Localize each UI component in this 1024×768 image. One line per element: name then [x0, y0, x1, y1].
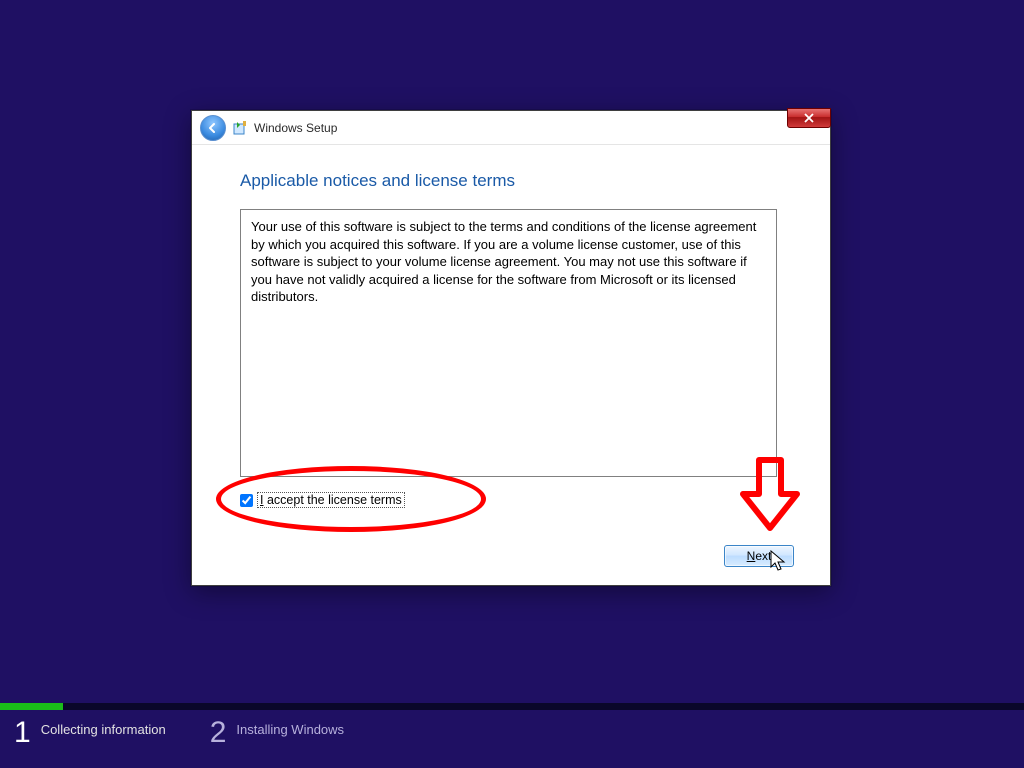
setup-icon — [232, 120, 248, 136]
accept-license-checkbox[interactable] — [240, 494, 253, 507]
step-2-label: Installing Windows — [236, 718, 344, 737]
close-button[interactable] — [787, 108, 831, 128]
back-button[interactable] — [200, 115, 226, 141]
setup-dialog: Windows Setup Applicable notices and lic… — [191, 110, 831, 586]
license-text: Your use of this software is subject to … — [251, 219, 756, 304]
accept-license-row[interactable]: I accept the license terms — [240, 492, 794, 508]
accept-license-label: I accept the license terms — [257, 492, 405, 508]
next-button[interactable]: Next — [724, 545, 794, 567]
license-text-box[interactable]: Your use of this software is subject to … — [240, 209, 777, 477]
step-1-label: Collecting information — [41, 718, 166, 737]
progress-steps: 1 Collecting information 2 Installing Wi… — [0, 710, 1024, 748]
step-2-number: 2 — [210, 718, 227, 748]
step-2: 2 Installing Windows — [196, 718, 344, 748]
step-1-number: 1 — [14, 718, 31, 748]
titlebar: Windows Setup — [192, 111, 830, 145]
page-heading: Applicable notices and license terms — [240, 171, 794, 191]
progress-track — [0, 703, 1024, 710]
next-button-label: Next — [747, 549, 772, 563]
window-title: Windows Setup — [254, 122, 337, 134]
step-1: 1 Collecting information — [0, 718, 166, 748]
progress-strip: 1 Collecting information 2 Installing Wi… — [0, 703, 1024, 768]
dialog-body: Applicable notices and license terms You… — [240, 171, 794, 567]
progress-fill — [0, 703, 63, 710]
